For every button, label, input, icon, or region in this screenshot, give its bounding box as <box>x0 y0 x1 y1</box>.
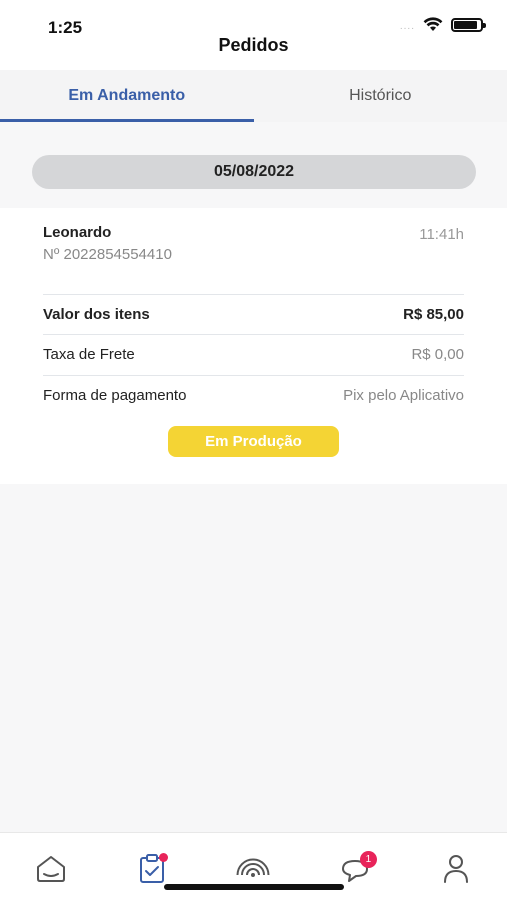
items-value: R$ 85,00 <box>403 306 464 323</box>
shipping-fee-row: Taxa de Frete R$ 0,00 <box>43 334 464 374</box>
tab-bar: Em Andamento Histórico <box>0 70 507 122</box>
order-time: 11:41h <box>419 226 464 243</box>
payment-method-row: Forma de pagamento Pix pelo Aplicativo <box>43 375 464 415</box>
home-icon <box>36 855 65 882</box>
nav-home[interactable] <box>21 843 81 893</box>
order-status-button[interactable]: Em Produção <box>168 426 339 457</box>
shipping-fee-value: R$ 0,00 <box>411 346 464 363</box>
nav-profile[interactable] <box>426 843 486 893</box>
home-indicator[interactable] <box>164 884 344 890</box>
wifi-icon <box>423 17 443 31</box>
shipping-fee-label: Taxa de Frete <box>43 346 135 363</box>
broadcast-icon <box>236 858 270 877</box>
items-value-row: Valor dos itens R$ 85,00 <box>43 294 464 334</box>
customer-name: Leonardo <box>43 224 112 241</box>
chat-badge-count: 1 <box>359 850 377 868</box>
date-header: 05/08/2022 <box>32 155 476 189</box>
orders-badge-dot <box>159 852 169 862</box>
page-title: Pedidos <box>218 35 289 55</box>
status-bar: 1:25 .... Pedidos <box>0 0 507 70</box>
payment-method-value: Pix pelo Aplicativo <box>343 387 464 404</box>
battery-icon <box>451 17 486 32</box>
tab-historico[interactable]: Histórico <box>254 70 507 122</box>
payment-method-label: Forma de pagamento <box>43 387 187 404</box>
profile-icon <box>444 854 469 883</box>
signal-icon: .... <box>399 21 415 32</box>
order-number: Nº 2022854554410 <box>43 246 172 263</box>
order-card[interactable]: Leonardo Nº 2022854554410 11:41h Valor d… <box>0 208 507 484</box>
items-value-label: Valor dos itens <box>43 306 150 323</box>
tab-em-andamento[interactable]: Em Andamento <box>0 70 254 122</box>
status-icons: .... <box>399 17 486 32</box>
